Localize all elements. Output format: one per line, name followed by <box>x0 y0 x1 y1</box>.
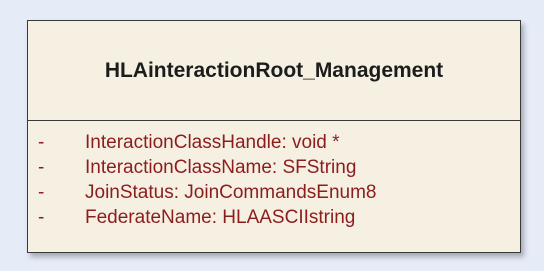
private-visibility-marker: - <box>38 207 45 228</box>
attribute-text: InteractionClassHandle: void * <box>85 132 340 153</box>
attribute-text: InteractionClassName: SFString <box>85 157 357 178</box>
attribute-row[interactable]: - InteractionClassName: SFString <box>28 155 520 180</box>
attribute-compartment: - InteractionClassHandle: void * - Inter… <box>28 121 520 230</box>
attribute-text: JoinStatus: JoinCommandsEnum8 <box>85 182 377 203</box>
private-visibility-marker: - <box>38 157 45 178</box>
attribute-text: FederateName: HLAASCIIstring <box>85 207 356 228</box>
private-visibility-marker: - <box>38 132 45 153</box>
class-name: HLAinteractionRoot_Management <box>104 58 444 82</box>
private-visibility-marker: - <box>38 182 45 203</box>
uml-class-box[interactable]: HLAinteractionRoot_Management - Interact… <box>27 20 521 253</box>
class-header: HLAinteractionRoot_Management <box>28 21 520 121</box>
attribute-row[interactable]: - FederateName: HLAASCIIstring <box>28 205 520 230</box>
attribute-row[interactable]: - InteractionClassHandle: void * <box>28 130 520 155</box>
attribute-row[interactable]: - JoinStatus: JoinCommandsEnum8 <box>28 180 520 205</box>
